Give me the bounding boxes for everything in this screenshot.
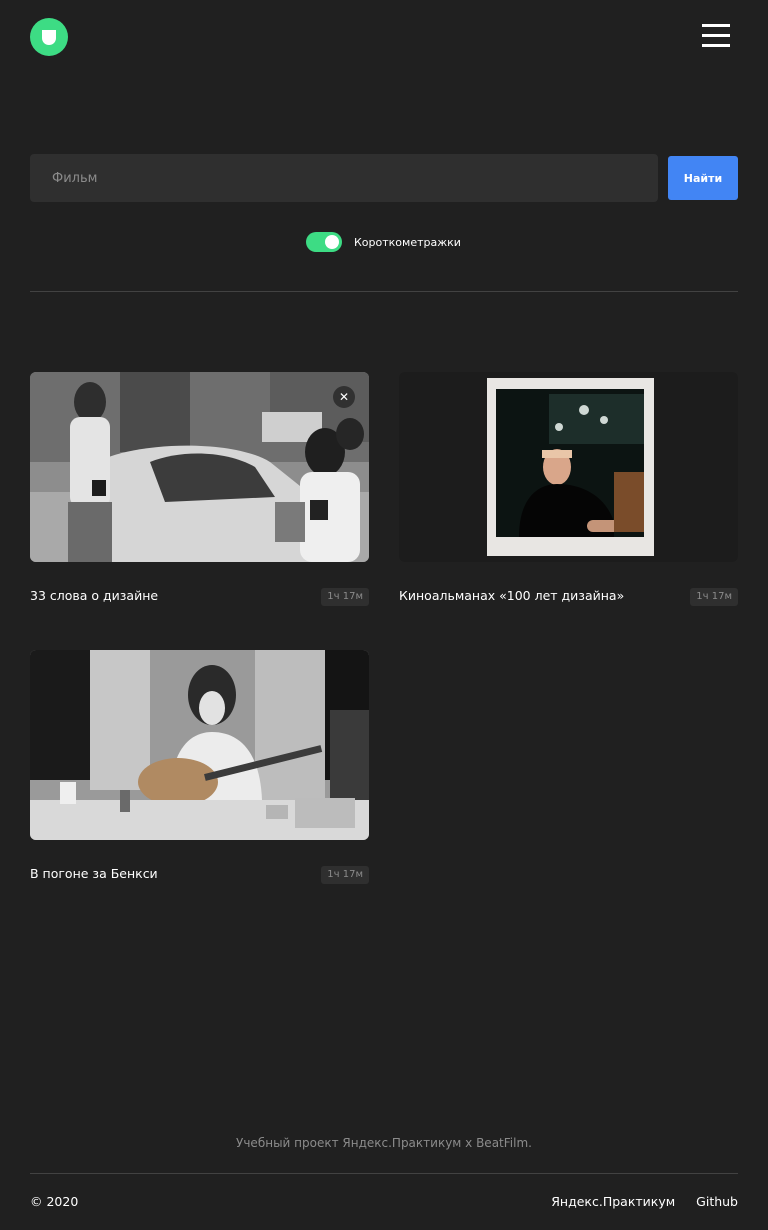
copyright: © 2020 xyxy=(30,1194,79,1209)
hamburger-menu-icon[interactable] xyxy=(702,24,730,48)
search-input[interactable] xyxy=(30,154,658,202)
short-films-label: Короткометражки xyxy=(354,235,461,249)
movie-title: 33 слова о дизайне xyxy=(30,588,159,603)
search-button[interactable]: Найти xyxy=(668,156,738,200)
movie-thumbnail[interactable] xyxy=(399,372,738,562)
footer-link-yandex-praktikum[interactable]: Яндекс.Практикум xyxy=(551,1194,675,1209)
short-films-toggle[interactable] xyxy=(306,232,342,252)
movie-thumbnail[interactable]: ✕ xyxy=(30,372,369,562)
delete-movie-button[interactable]: ✕ xyxy=(333,386,355,408)
logo-icon xyxy=(42,30,56,45)
movie-duration: 1ч 17м xyxy=(690,588,738,606)
search-form xyxy=(30,154,658,202)
polaroid-photo-image xyxy=(399,372,738,562)
footer-link-github[interactable]: Github xyxy=(696,1194,738,1209)
short-films-filter: Короткометражки xyxy=(306,232,461,252)
movie-card: Киноальманах «100 лет дизайна» 1ч 17м xyxy=(399,372,738,606)
movie-card: ✕ 33 слова о дизайне 1ч 17м xyxy=(30,372,369,606)
search-divider xyxy=(30,291,738,292)
street-photo-image xyxy=(30,372,369,562)
logo[interactable] xyxy=(30,18,68,56)
guitarist-photo-image xyxy=(30,650,369,840)
movie-thumbnail[interactable] xyxy=(30,650,369,840)
footer-project-text: Учебный проект Яндекс.Практикум х BeatFi… xyxy=(236,1136,532,1150)
footer-divider xyxy=(30,1173,738,1174)
movie-title: Киноальманах «100 лет дизайна» xyxy=(399,588,625,603)
movie-duration: 1ч 17м xyxy=(321,588,369,606)
movie-duration: 1ч 17м xyxy=(321,866,369,884)
movie-title: В погоне за Бенкси xyxy=(30,866,158,881)
movie-card: В погоне за Бенкси 1ч 17м xyxy=(30,650,369,884)
toggle-knob xyxy=(325,235,339,249)
footer-links: Яндекс.Практикум Github xyxy=(530,1194,738,1209)
